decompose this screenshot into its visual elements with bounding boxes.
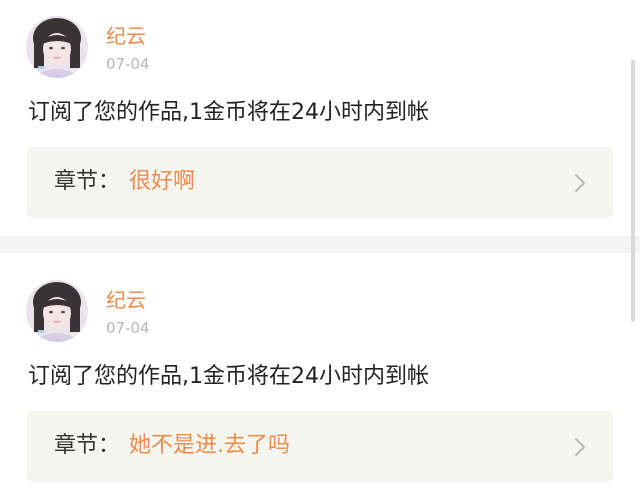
- section-divider: [0, 236, 640, 253]
- chapter-title: 很好啊: [129, 169, 196, 194]
- username[interactable]: 纪云: [106, 24, 146, 48]
- notification-date: 07-04: [106, 319, 150, 337]
- avatar[interactable]: [26, 16, 88, 78]
- chevron-right-icon: [575, 438, 585, 456]
- chevron-right-icon: [575, 174, 585, 192]
- notification-page: 纪云 07-04 订阅了您的作品,1金币将在24小时内到帐 章节： 很好啊 纪云…: [0, 0, 640, 491]
- avatar-image: [26, 16, 88, 78]
- notification-card: 纪云 07-04 订阅了您的作品,1金币将在24小时内到帐 章节： 她不是进.去…: [0, 253, 640, 491]
- avatar[interactable]: [26, 280, 88, 342]
- avatar-image: [26, 280, 88, 342]
- chapter-link[interactable]: 章节： 很好啊: [27, 147, 613, 218]
- chapter-link[interactable]: 章节： 她不是进.去了吗: [27, 411, 613, 482]
- notification-date: 07-04: [106, 55, 150, 73]
- notification-card: 纪云 07-04 订阅了您的作品,1金币将在24小时内到帐 章节： 很好啊: [0, 0, 640, 236]
- notification-message: 订阅了您的作品,1金币将在24小时内到帐: [28, 100, 429, 125]
- username[interactable]: 纪云: [106, 288, 146, 312]
- chapter-label: 章节：: [54, 433, 121, 458]
- chapter-title: 她不是进.去了吗: [129, 433, 290, 458]
- notification-message: 订阅了您的作品,1金币将在24小时内到帐: [28, 364, 429, 389]
- chapter-label: 章节：: [54, 169, 121, 194]
- scrollbar[interactable]: [631, 60, 635, 322]
